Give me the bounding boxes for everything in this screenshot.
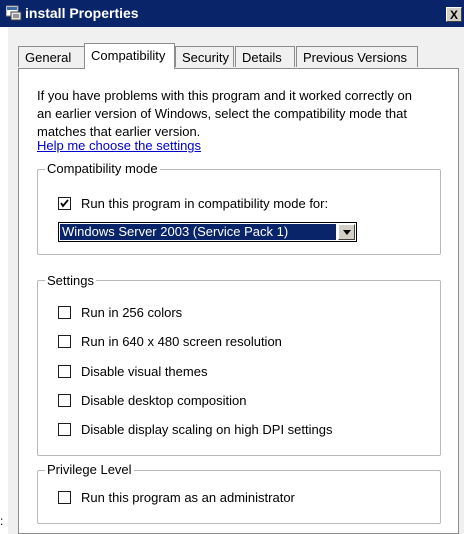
compatibility-mode-group	[37, 169, 441, 255]
settings-group-label: Settings	[45, 273, 96, 289]
intro-text: If you have problems with this program a…	[37, 88, 413, 139]
checkbox-unchecked-icon[interactable]	[58, 394, 71, 407]
tab-security[interactable]: Security	[175, 46, 234, 67]
tab-general[interactable]: General	[18, 46, 85, 67]
close-button[interactable]: X	[446, 7, 462, 22]
checkbox-unchecked-icon[interactable]	[58, 335, 71, 348]
setting-label: Disable visual themes	[81, 364, 208, 379]
window-left-edge	[0, 27, 8, 534]
checkbox-unchecked-icon[interactable]	[58, 423, 71, 436]
tab-previous-versions[interactable]: Previous Versions	[296, 46, 418, 67]
compatibility-mode-group-label: Compatibility mode	[45, 161, 160, 177]
compatibility-os-select[interactable]: Windows Server 2003 (Service Pack 1)	[58, 222, 357, 242]
checkbox-unchecked-icon[interactable]	[58, 491, 71, 504]
run-as-admin-label: Run this program as an administrator	[81, 490, 295, 505]
setting-label: Disable desktop composition	[81, 393, 247, 408]
setting-label: Disable display scaling on high DPI sett…	[81, 422, 333, 437]
tab-compatibility[interactable]: Compatibility	[84, 43, 175, 69]
help-choose-settings-link[interactable]: Help me choose the settings	[37, 138, 201, 153]
checkbox-unchecked-icon[interactable]	[58, 365, 71, 378]
tab-details[interactable]: Details	[235, 46, 295, 67]
privilege-level-group-label: Privilege Level	[45, 462, 134, 478]
setting-label: Run in 640 x 480 screen resolution	[81, 334, 282, 349]
setting-label: Run in 256 colors	[81, 305, 183, 320]
properties-icon	[5, 5, 22, 21]
window-title: install Properties	[25, 5, 139, 21]
checkbox-checked-icon[interactable]	[58, 197, 71, 210]
title-bar: install Properties X	[0, 0, 464, 27]
compatibility-mode-checkbox-label: Run this program in compatibility mode f…	[81, 196, 329, 211]
compatibility-os-selected-value: Windows Server 2003 (Service Pack 1)	[60, 224, 336, 240]
dropdown-arrow-icon[interactable]	[338, 224, 355, 240]
checkbox-unchecked-icon[interactable]	[58, 306, 71, 319]
stray-mark: :	[0, 514, 4, 528]
